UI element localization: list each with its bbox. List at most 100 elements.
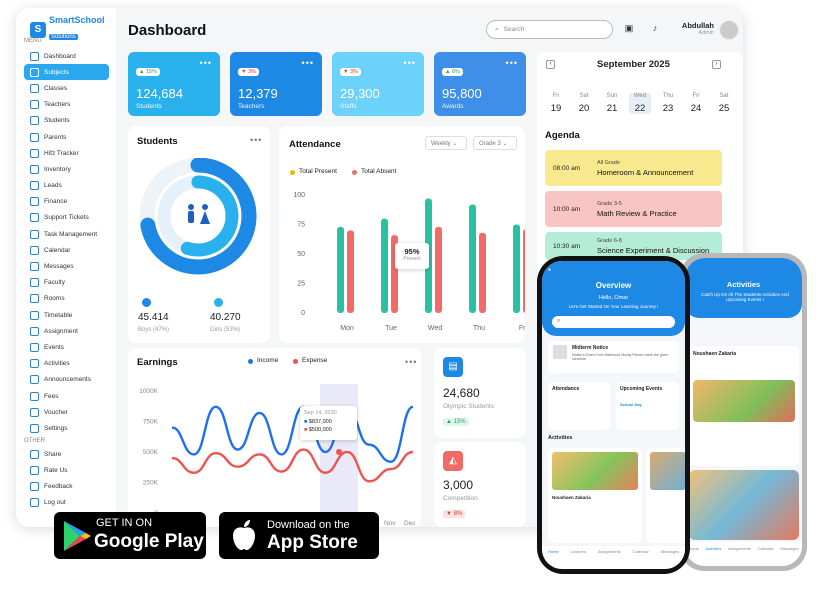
- sidebar-item-messages[interactable]: Messages: [24, 258, 109, 274]
- activity-card-1[interactable]: Noushaen Zakaria: [548, 448, 642, 543]
- stat-label: Awards: [442, 103, 464, 110]
- competition-card: ◭ 3,000 Competition ▼ 8%: [434, 442, 526, 527]
- sidebar-item-students[interactable]: Students: [24, 113, 109, 129]
- stat-card-students[interactable]: ▲ 15% ••• 124,684 Students: [128, 52, 220, 116]
- period-select[interactable]: Weekly ⌄: [425, 136, 467, 150]
- people-icon: [188, 204, 210, 224]
- bell-icon[interactable]: ♪: [649, 23, 661, 35]
- user-info[interactable]: Abdullah Admin: [672, 21, 714, 36]
- students-donut: [139, 158, 257, 275]
- more-icon[interactable]: •••: [302, 58, 314, 68]
- y-tick-label: 50: [297, 251, 305, 258]
- olympic-card: ▤ 24,680 Olympic Students ▲ 15%: [434, 348, 526, 438]
- sidebar-item-activities[interactable]: Activities: [24, 356, 109, 372]
- earnings-title: Earnings: [137, 357, 178, 368]
- overview-header: ● Overview Hello, Omar Let's Get Started…: [542, 261, 685, 336]
- next-month-icon[interactable]: ›: [712, 60, 721, 69]
- students-more-icon[interactable]: •••: [250, 135, 262, 145]
- notice-card[interactable]: Midterm Notice Midterm Exam From Mahmood…: [548, 341, 679, 373]
- sidebar-item-settings[interactable]: Settings: [24, 420, 109, 436]
- sidebar-item-leads[interactable]: Leads: [24, 178, 109, 194]
- sidebar-item-inventory[interactable]: Inventory: [24, 161, 109, 177]
- more-icon[interactable]: •••: [404, 58, 416, 68]
- sidebar-item-announcements[interactable]: Announcements: [24, 372, 109, 388]
- apple-small-text: Download on the: [267, 519, 350, 531]
- stat-card-staffs[interactable]: ▼ 3% ••• 29,300 Staffs: [332, 52, 424, 116]
- sidebar-item-share[interactable]: Share: [24, 446, 109, 462]
- sidebar-item-support-tickets[interactable]: Support Tickets: [24, 210, 109, 226]
- y-tick-label: 500K: [143, 449, 159, 456]
- sidebar-item-parents[interactable]: Parents: [24, 129, 109, 145]
- activity-card[interactable]: Noushaen Zakaria: [689, 346, 799, 466]
- sidebar-item-feedback[interactable]: Feedback: [24, 478, 109, 494]
- agenda-item[interactable]: 08:00 am All Grade Homeroom & Announcement: [545, 150, 722, 186]
- google-play-button[interactable]: GET IN ON Google Play: [54, 512, 206, 559]
- menu-label: MENU: [24, 38, 42, 44]
- attendance-card: Attendance Weekly ⌄ Grade 3 ⌄ Total Pres…: [279, 126, 525, 343]
- sidebar-item-assignment[interactable]: Assignment: [24, 323, 109, 339]
- sidebar-item-rooms[interactable]: Rooms: [24, 291, 109, 307]
- x-tick-label: Nov: [384, 520, 396, 526]
- sidebar-item-task-management[interactable]: Task Management: [24, 226, 109, 242]
- google-big-text: Google Play: [94, 531, 204, 552]
- attendance-mini-card[interactable]: Attendance: [548, 382, 610, 430]
- calendar-day[interactable]: Sat 20: [573, 93, 595, 114]
- sidebar-item-events[interactable]: Events: [24, 339, 109, 355]
- sidebar-item-hifz-tracker[interactable]: Hifz Tracker: [24, 145, 109, 161]
- y-tick-label: 75: [297, 222, 305, 229]
- sidebar-item-subjects[interactable]: Subjects: [24, 64, 109, 81]
- calendar-day[interactable]: Wed 22: [629, 93, 651, 114]
- prev-month-icon[interactable]: ‹: [546, 60, 555, 69]
- more-icon[interactable]: •••: [200, 58, 212, 68]
- activity-card-2[interactable]: [646, 448, 685, 543]
- other-label: OTHER: [24, 438, 45, 444]
- presentation-icon: ◭: [443, 451, 463, 471]
- avatar[interactable]: [719, 20, 739, 40]
- phone-overview: ● Overview Hello, Omar Let's Get Started…: [537, 256, 690, 574]
- app-store-button[interactable]: Download on the App Store: [219, 512, 379, 559]
- calendar-week: Fri 19 Sat 20 Sun 21 Wed 22 Thu 23 Fri 24 Sat 25: [545, 93, 735, 114]
- sidebar-item-teachers[interactable]: Teachers: [24, 97, 109, 113]
- sidebar-item-log-out[interactable]: Log out: [24, 495, 109, 511]
- search-input[interactable]: ⌕ Search: [486, 20, 613, 39]
- sidebar-item-classes[interactable]: Classes: [24, 80, 109, 96]
- nav-icon: [30, 213, 39, 223]
- expense-dot: [293, 359, 298, 364]
- calendar-day[interactable]: Thu 23: [657, 93, 679, 114]
- sidebar-item-finance[interactable]: Finance: [24, 194, 109, 210]
- chat-icon[interactable]: ▣: [623, 23, 635, 35]
- grade-select[interactable]: Grade 3 ⌄: [473, 136, 517, 150]
- sidebar-item-timetable[interactable]: Timetable: [24, 307, 109, 323]
- x-tick-label: Dec: [404, 520, 416, 526]
- income-dot: [248, 359, 253, 364]
- sidebar-item-calendar[interactable]: Calendar: [24, 242, 109, 258]
- notice-thumb: [553, 345, 567, 359]
- calendar-day[interactable]: Sun 21: [601, 93, 623, 114]
- nav-icon: [30, 132, 39, 142]
- calendar-day[interactable]: Sat 25: [713, 93, 735, 114]
- nav-icon: [30, 100, 39, 110]
- boys-value: 45.414: [138, 312, 169, 323]
- stat-card-awards[interactable]: ▲ 6% ••• 95,800 Awards: [434, 52, 526, 116]
- stat-card-teachers[interactable]: ▼ 3% ••• 12,379 Teachers: [230, 52, 322, 116]
- calendar-day[interactable]: Fri 24: [685, 93, 707, 114]
- nav-icon: [30, 67, 39, 77]
- overview-title: Overview: [595, 281, 632, 290]
- sidebar-item-voucher[interactable]: Voucher: [24, 404, 109, 420]
- phone-search-input[interactable]: ⌕: [552, 316, 675, 328]
- sidebar-item-rate-us[interactable]: Rate Us: [24, 462, 109, 478]
- students-title: Students: [137, 136, 178, 147]
- more-icon[interactable]: •••: [506, 58, 518, 68]
- earnings-line-expense: [171, 448, 414, 483]
- sidebar-item-dashboard[interactable]: Dashboard: [24, 48, 109, 64]
- sidebar-item-fees[interactable]: Fees: [24, 388, 109, 404]
- greeting: Hello, Omar: [598, 295, 629, 301]
- x-tick-label: Mon: [340, 325, 354, 332]
- sidebar-item-faculty[interactable]: Faculty: [24, 275, 109, 291]
- events-mini-card[interactable]: Upcoming Events School Day: [616, 382, 679, 430]
- competition-value: 3,000: [443, 478, 474, 492]
- agenda-item[interactable]: 10:00 am Grade 3-5 Math Review & Practice: [545, 191, 722, 227]
- nav-icon: [30, 116, 39, 126]
- calendar-day[interactable]: Fri 19: [545, 93, 567, 114]
- earnings-more-icon[interactable]: •••: [405, 357, 417, 367]
